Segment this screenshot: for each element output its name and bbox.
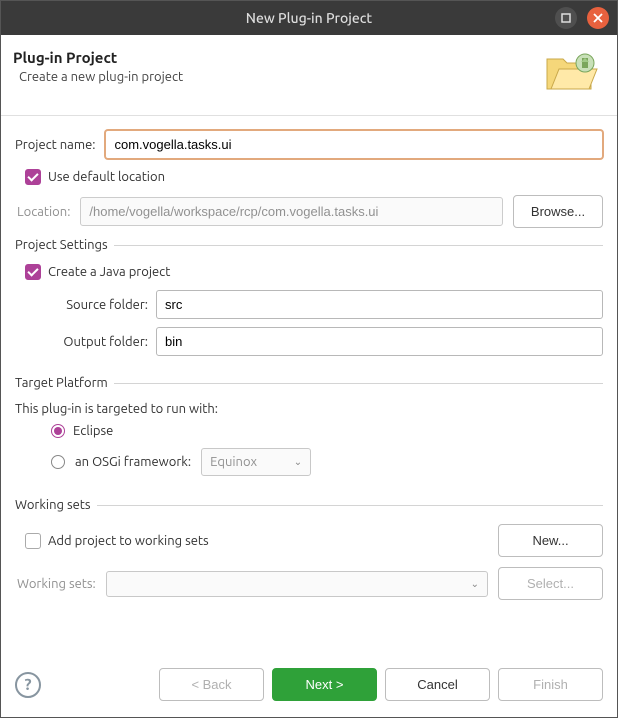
close-button[interactable] (587, 7, 609, 29)
page-subtitle: Create a new plug-in project (19, 70, 183, 84)
project-name-label: Project name: (15, 138, 95, 152)
target-platform-intro: This plug-in is targeted to run with: (15, 402, 603, 416)
osgi-label: an OSGi framework: (75, 455, 191, 469)
footer-buttons: < Back Next > Cancel Finish (159, 668, 603, 701)
chevron-down-icon: ⌄ (294, 456, 302, 468)
titlebar: New Plug-in Project (1, 1, 617, 35)
working-sets-group: Working sets Add project to working sets… (15, 498, 603, 616)
header-text: Plug-in Project Create a new plug-in pro… (13, 49, 183, 84)
project-settings-group: Project Settings Create a Java project S… (15, 238, 603, 370)
target-platform-group: Target Platform This plug-in is targeted… (15, 376, 603, 492)
browse-button[interactable]: Browse... (513, 195, 603, 228)
project-settings-legend: Project Settings (15, 238, 114, 252)
radio-icon (51, 424, 65, 438)
folder-open-icon (543, 49, 601, 97)
source-folder-input[interactable] (156, 290, 603, 319)
back-button: < Back (159, 668, 264, 701)
eclipse-radio[interactable]: Eclipse (51, 424, 603, 438)
chevron-down-icon: ⌄ (471, 578, 479, 590)
working-sets-legend: Working sets (15, 498, 97, 512)
osgi-framework-select: Equinox ⌄ (201, 448, 311, 476)
osgi-framework-value: Equinox (210, 455, 257, 469)
radio-icon (51, 455, 65, 469)
close-icon (593, 13, 603, 23)
finish-button: Finish (498, 668, 603, 701)
location-label: Location: (17, 205, 70, 219)
help-button[interactable]: ? (15, 672, 41, 698)
maximize-button[interactable] (555, 7, 577, 29)
select-working-set-button: Select... (498, 567, 603, 600)
add-working-set-label: Add project to working sets (48, 534, 209, 548)
checkbox-icon (25, 169, 41, 185)
working-sets-label: Working sets: (17, 577, 96, 591)
create-java-checkbox[interactable]: Create a Java project (25, 264, 603, 280)
cancel-button[interactable]: Cancel (385, 668, 490, 701)
eclipse-label: Eclipse (73, 424, 113, 438)
location-row: Location: Browse... (17, 195, 603, 228)
titlebar-controls (555, 7, 609, 29)
page-title: Plug-in Project (13, 49, 183, 66)
source-folder-label: Source folder: (53, 298, 148, 312)
working-sets-select-row: Working sets: ⌄ Select... (17, 567, 603, 600)
add-working-set-row: Add project to working sets New... (25, 524, 603, 557)
wizard-footer: ? < Back Next > Cancel Finish (1, 656, 617, 717)
project-name-input[interactable] (105, 130, 603, 159)
output-folder-row: Output folder: (53, 327, 603, 356)
location-input (80, 197, 503, 226)
output-folder-input[interactable] (156, 327, 603, 356)
help-icon: ? (24, 676, 31, 694)
maximize-icon (561, 13, 571, 23)
create-java-label: Create a Java project (48, 265, 170, 279)
project-name-row: Project name: (15, 130, 603, 159)
new-working-set-button[interactable]: New... (498, 524, 603, 557)
osgi-radio[interactable]: an OSGi framework: Equinox ⌄ (51, 448, 603, 476)
source-folder-row: Source folder: (53, 290, 603, 319)
wizard-window: New Plug-in Project Plug-in Project Crea… (0, 0, 618, 718)
target-platform-legend: Target Platform (15, 376, 114, 390)
working-sets-select: ⌄ (106, 571, 488, 597)
window-title: New Plug-in Project (246, 10, 372, 26)
wizard-content: Project name: Use default location Locat… (1, 116, 617, 626)
next-button[interactable]: Next > (272, 668, 377, 701)
checkbox-icon (25, 533, 41, 549)
use-default-location-label: Use default location (48, 170, 165, 184)
wizard-header: Plug-in Project Create a new plug-in pro… (1, 35, 617, 116)
checkbox-icon (25, 264, 41, 280)
output-folder-label: Output folder: (53, 335, 148, 349)
add-working-set-checkbox[interactable]: Add project to working sets (25, 533, 488, 549)
use-default-location-checkbox[interactable]: Use default location (25, 169, 603, 185)
